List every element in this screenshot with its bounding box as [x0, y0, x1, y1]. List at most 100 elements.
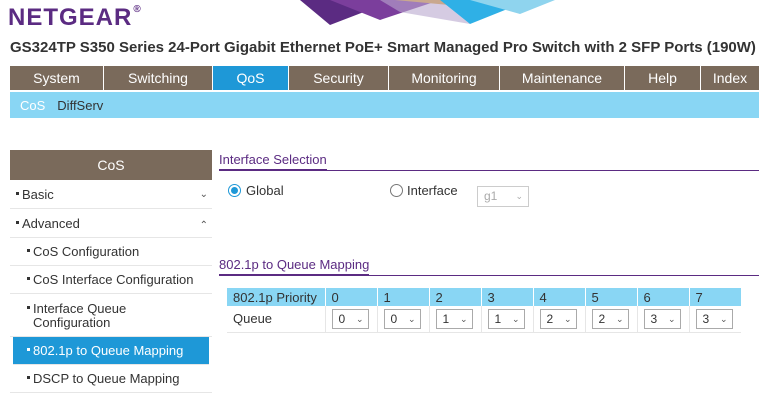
- priority-header: 802.1p Priority: [227, 288, 326, 306]
- queue-select-value: 3: [702, 311, 710, 326]
- queue-select-value: 1: [442, 311, 450, 326]
- queue-select-value: 2: [546, 311, 554, 326]
- queue-select-3[interactable]: 1 ⌄: [487, 308, 525, 329]
- sidebar-item-basic[interactable]: Basic ⌄: [10, 180, 212, 209]
- sidebar-item-label: Advanced: [22, 216, 80, 231]
- subnav-item-diffserv[interactable]: DiffServ: [55, 98, 113, 113]
- sidebar-item-label: Basic: [22, 187, 54, 202]
- sidebar-item-interface-queue-configuration[interactable]: Interface Queue Configuration: [10, 294, 212, 337]
- chevron-down-icon: ⌄: [719, 313, 728, 324]
- interface-radio[interactable]: [390, 184, 403, 197]
- queue-cell: 3 ⌄: [637, 306, 690, 333]
- page-title: GS324TP S350 Series 24-Port Gigabit Ethe…: [10, 39, 756, 56]
- tab-system[interactable]: System: [10, 66, 104, 90]
- queue-cell: 1 ⌄: [429, 306, 482, 333]
- queue-select-1[interactable]: 0 ⌄: [383, 308, 421, 329]
- queue-select-value: 3: [650, 311, 658, 326]
- queue-cell: 2 ⌄: [585, 306, 638, 333]
- bullet-icon: [27, 277, 30, 281]
- queue-cell: 0 ⌄: [325, 306, 378, 333]
- interface-label: Interface: [407, 183, 458, 198]
- chevron-down-icon: ⌄: [407, 313, 416, 324]
- global-label: Global: [246, 183, 284, 198]
- tab-index[interactable]: Index: [701, 66, 759, 90]
- priority-2: 2: [429, 288, 482, 306]
- global-radio[interactable]: [228, 184, 241, 197]
- priority-queue-table: 802.1p Priority 0 1 2 3 4 5 6 7 Queue 0 ⌄…: [227, 288, 741, 333]
- queue-select-value: 2: [598, 311, 606, 326]
- queue-cell: 3 ⌄: [689, 306, 741, 333]
- interface-selection-title: Interface Selection: [219, 150, 759, 171]
- priority-0: 0: [325, 288, 378, 306]
- header-banner: NETGEAR®: [0, 0, 759, 38]
- main-content: Interface Selection Global Interface g1 …: [219, 150, 759, 333]
- chevron-down-icon: ⌄: [199, 189, 208, 200]
- interface-select[interactable]: g1 ⌄: [477, 186, 529, 207]
- queue-select-6[interactable]: 3 ⌄: [643, 308, 681, 329]
- netgear-logo: NETGEAR®: [8, 4, 142, 32]
- sidebar-item-cos-configuration[interactable]: CoS Configuration: [10, 238, 212, 266]
- chevron-down-icon: ⌄: [615, 313, 624, 324]
- chevron-down-icon: ⌄: [511, 313, 520, 324]
- chevron-down-icon: ⌄: [515, 191, 523, 201]
- interface-selection-row: Global Interface g1 ⌄: [219, 171, 759, 207]
- mapping-title: 802.1p to Queue Mapping: [219, 255, 759, 276]
- priority-1: 1: [377, 288, 430, 306]
- tab-monitoring[interactable]: Monitoring: [389, 66, 500, 90]
- queue-select-7[interactable]: 3 ⌄: [695, 308, 733, 329]
- tab-maintenance[interactable]: Maintenance: [500, 66, 625, 90]
- sidebar-header: CoS: [10, 150, 212, 180]
- table-header-row: 802.1p Priority 0 1 2 3 4 5 6 7: [227, 288, 741, 306]
- tab-security[interactable]: Security: [289, 66, 389, 90]
- table-row: Queue 0 ⌄ 0 ⌄ 1 ⌄ 1 ⌄ 2 ⌄ 2 ⌄ 3 ⌄ 3 ⌄: [227, 306, 741, 333]
- queue-select-value: 0: [390, 311, 398, 326]
- subnav-item-cos[interactable]: CoS: [10, 98, 55, 113]
- sidebar-item-label: CoS Interface Configuration: [33, 272, 194, 287]
- chevron-down-icon: ⌄: [667, 313, 676, 324]
- priority-7: 7: [689, 288, 741, 306]
- sidebar-item-advanced[interactable]: Advanced ⌃: [10, 209, 212, 238]
- queue-select-2[interactable]: 1 ⌄: [435, 308, 473, 329]
- section-title-text: Interface Selection: [219, 150, 327, 171]
- sidebar-item-cos-interface-configuration[interactable]: CoS Interface Configuration: [10, 266, 212, 294]
- queue-select-value: 1: [494, 311, 502, 326]
- sidebar-item-label: 802.1p to Queue Mapping: [33, 343, 184, 358]
- queue-select-4[interactable]: 2 ⌄: [539, 308, 577, 329]
- priority-6: 6: [637, 288, 690, 306]
- chevron-down-icon: ⌄: [563, 313, 572, 324]
- sidebar-item-label: Interface Queue Configuration: [33, 301, 127, 330]
- sub-nav: CoS DiffServ: [10, 92, 759, 118]
- queue-select-0[interactable]: 0 ⌄: [331, 308, 369, 329]
- sidebar-item-8021p-to-queue-mapping[interactable]: 802.1p to Queue Mapping: [13, 337, 209, 365]
- tab-qos[interactable]: QoS: [213, 66, 289, 90]
- queue-select-5[interactable]: 2 ⌄: [591, 308, 629, 329]
- priority-3: 3: [481, 288, 534, 306]
- sidebar-item-dscp-to-queue-mapping[interactable]: DSCP to Queue Mapping: [10, 365, 212, 393]
- section-title-text: 802.1p to Queue Mapping: [219, 255, 370, 276]
- main-nav: System Switching QoS Security Monitoring…: [10, 66, 759, 90]
- chevron-down-icon: ⌄: [459, 313, 468, 324]
- sidebar: CoS Basic ⌄ Advanced ⌃ CoS Configuration…: [10, 150, 212, 393]
- queue-cell: 0 ⌄: [377, 306, 430, 333]
- queue-select-value: 0: [338, 311, 346, 326]
- priority-4: 4: [533, 288, 586, 306]
- tab-help[interactable]: Help: [625, 66, 701, 90]
- bullet-icon: [27, 348, 30, 352]
- queue-label: Queue: [227, 306, 326, 333]
- bullet-icon: [16, 192, 19, 196]
- bullet-icon: [27, 249, 30, 253]
- queue-cell: 2 ⌄: [533, 306, 586, 333]
- priority-5: 5: [585, 288, 638, 306]
- queue-cell: 1 ⌄: [481, 306, 534, 333]
- interface-select-value: g1: [484, 189, 498, 203]
- sidebar-item-label: DSCP to Queue Mapping: [33, 371, 180, 386]
- chevron-down-icon: ⌄: [355, 313, 364, 324]
- tab-switching[interactable]: Switching: [104, 66, 213, 90]
- logo-text: NETGEAR: [8, 4, 133, 31]
- bullet-icon: [27, 376, 30, 380]
- bullet-icon: [27, 306, 30, 310]
- logo-registered-mark: ®: [133, 4, 142, 15]
- chevron-up-icon: ⌃: [199, 220, 208, 231]
- bullet-icon: [16, 221, 19, 225]
- sidebar-item-label: CoS Configuration: [33, 244, 140, 259]
